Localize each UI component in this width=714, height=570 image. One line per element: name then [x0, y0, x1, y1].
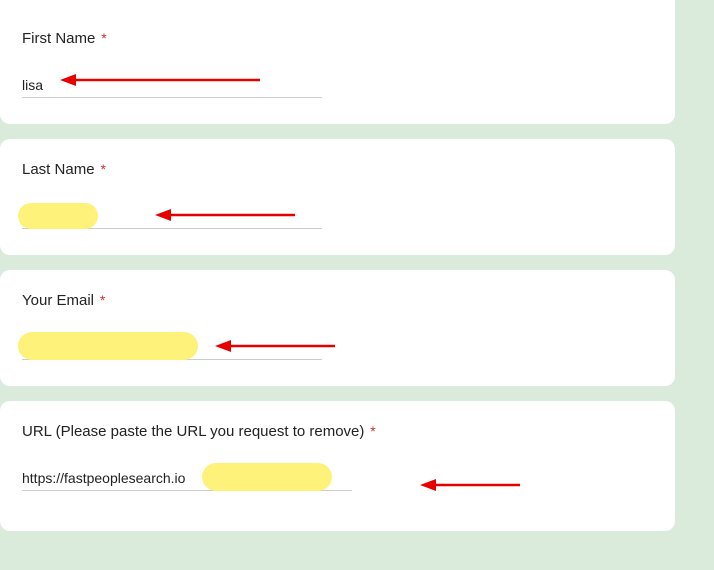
card-last-name: Last Name *: [0, 139, 675, 255]
label-text: URL (Please paste the URL you request to…: [22, 423, 364, 440]
required-marker: *: [100, 161, 105, 177]
label-url: URL (Please paste the URL you request to…: [22, 423, 653, 468]
card-first-name: First Name *: [0, 0, 675, 124]
last-name-input[interactable]: [22, 206, 322, 229]
required-marker: *: [101, 30, 106, 46]
label-text: Your Email: [22, 292, 94, 309]
label-first-name: First Name *: [22, 30, 653, 75]
card-url: URL (Please paste the URL you request to…: [0, 401, 675, 531]
label-last-name: Last Name *: [22, 161, 653, 206]
annotation-arrow: [420, 475, 520, 495]
required-marker: *: [100, 292, 105, 308]
url-input[interactable]: [22, 468, 352, 491]
form-column: First Name * Last Name * Your Email *: [0, 0, 675, 531]
first-name-input[interactable]: [22, 75, 322, 98]
label-text: Last Name: [22, 161, 95, 178]
email-input[interactable]: [22, 337, 322, 360]
label-email: Your Email *: [22, 292, 653, 337]
card-email: Your Email *: [0, 270, 675, 386]
label-text: First Name: [22, 30, 95, 47]
required-marker: *: [370, 423, 375, 439]
